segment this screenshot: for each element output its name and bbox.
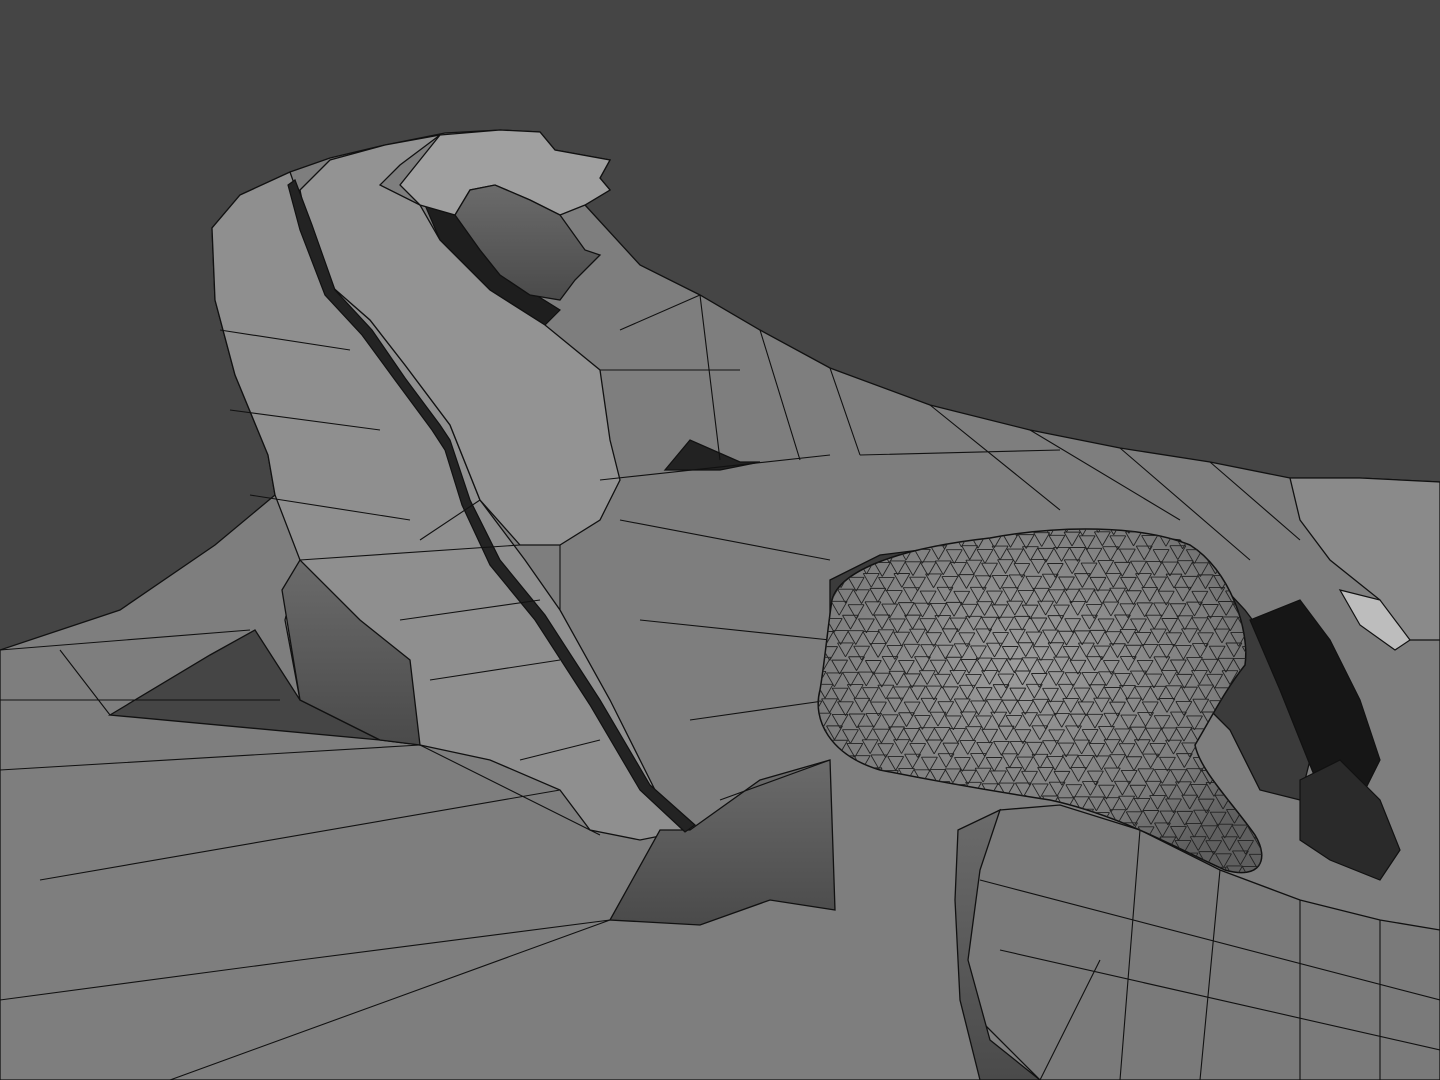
3d-viewport[interactable] [0,0,1440,1080]
